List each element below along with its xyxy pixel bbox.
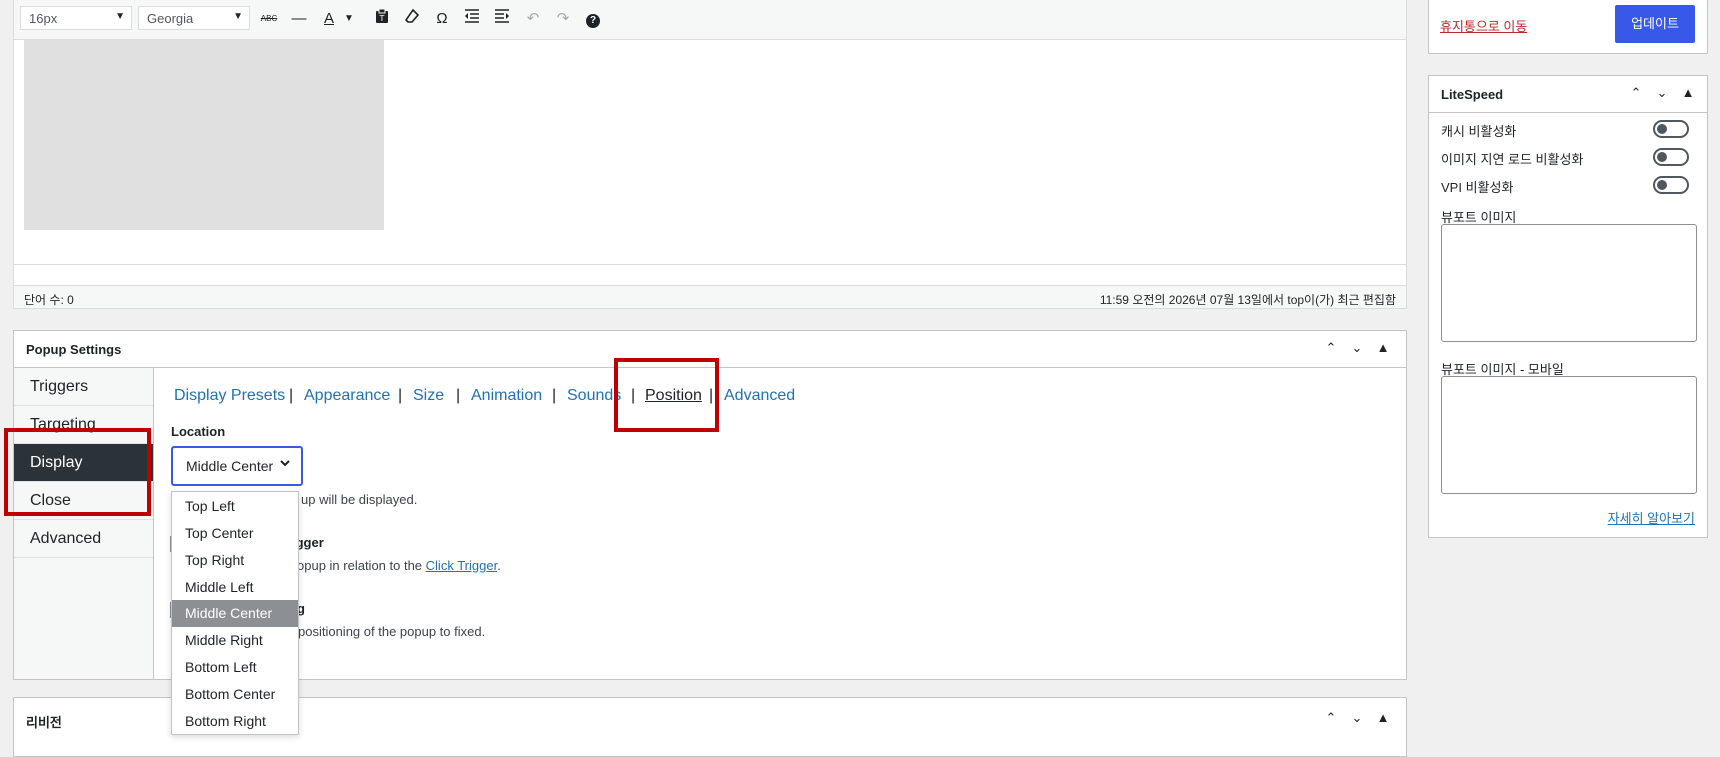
learn-more-link[interactable]: 자세히 알아보기	[1608, 508, 1695, 527]
disable-lazyload-label: 이미지 지연 로드 비활성화	[1441, 152, 1584, 167]
text-color-icon[interactable]: A	[318, 8, 340, 30]
litespeed-box: LiteSpeed ⌃ ⌄ ▲ 캐시 비활성화 이미지 지연 로드 비활성화 VPI…	[1428, 75, 1708, 538]
text-color-dropdown-icon[interactable]: ▼	[338, 8, 360, 30]
paste-text-icon[interactable]: T	[371, 8, 393, 30]
move-down-icon[interactable]: ⌄	[1344, 340, 1370, 356]
viewport-image-mobile-textarea[interactable]	[1441, 376, 1697, 494]
popup-settings-title: Popup Settings	[26, 342, 122, 357]
subtab-appearance[interactable]: Appearance	[304, 387, 390, 405]
vtab-triggers[interactable]: Triggers	[14, 368, 153, 406]
viewport-image-textarea[interactable]	[1441, 224, 1697, 342]
help-icon[interactable]: ?	[582, 8, 604, 30]
revisions-title: 리비전	[26, 715, 62, 730]
option-bottom-center[interactable]: Bottom Center	[172, 681, 298, 708]
popup-vertical-tabs: Triggers Targeting Display Close Advance…	[14, 368, 154, 679]
editor-divider	[13, 264, 1407, 265]
location-select-value: Middle Center	[186, 458, 274, 474]
option-middle-left[interactable]: Middle Left	[172, 574, 298, 601]
option-top-left[interactable]: Top Left	[172, 493, 298, 520]
font-size-value: 16px	[29, 11, 58, 26]
option-middle-center[interactable]: Middle Center	[172, 600, 298, 627]
litespeed-header: LiteSpeed ⌃ ⌄ ▲	[1429, 76, 1707, 113]
indent-icon[interactable]	[491, 8, 513, 30]
horizontal-line-icon[interactable]: —	[288, 8, 310, 30]
move-up-icon[interactable]: ⌃	[1318, 710, 1344, 726]
svg-text:T: T	[379, 14, 385, 23]
editor-statusbar: 단어 수: 0 11:59 오전의 2026년 07월 13일에서 top이(가…	[13, 285, 1407, 309]
collapse-icon[interactable]: ▲	[1370, 340, 1396, 355]
annotation-box-position	[614, 358, 719, 432]
subtab-animation[interactable]: Animation	[471, 387, 542, 405]
annotation-box-display	[4, 428, 151, 516]
move-up-icon[interactable]: ⌃	[1318, 340, 1344, 356]
option-bottom-left[interactable]: Bottom Left	[172, 654, 298, 681]
click-trigger-link[interactable]: Click Trigger	[426, 558, 498, 573]
subtab-display-presets[interactable]: Display Presets	[174, 387, 285, 405]
editor-toolbar: 16px ▼ Georgia ▼ ABC — A ▼ T Ω ↶ ↷ ?	[13, 0, 1407, 40]
redo-icon[interactable]: ↷	[552, 8, 574, 30]
font-family-value: Georgia	[147, 11, 194, 26]
fixed-positioning-help: positioning of the popup to fixed.	[298, 624, 486, 639]
chevron-down-icon	[279, 457, 291, 472]
location-label: Location	[171, 424, 226, 439]
disable-cache-label: 캐시 비활성화	[1441, 124, 1517, 139]
location-select[interactable]: Middle Center	[171, 446, 303, 486]
font-size-select[interactable]: 16px ▼	[20, 6, 132, 30]
word-count: 단어 수: 0	[24, 293, 74, 307]
disable-vpi-toggle[interactable]	[1653, 176, 1689, 194]
subtab-advanced[interactable]: Advanced	[724, 387, 795, 405]
subtab-size[interactable]: Size	[413, 387, 444, 405]
last-edited: 11:59 오전의 2026년 07월 13일에서 top이(가) 최근 편집함	[1099, 293, 1396, 307]
collapse-icon[interactable]: ▲	[1675, 85, 1701, 100]
move-down-icon[interactable]: ⌄	[1649, 85, 1675, 101]
position-from-trigger-help: opup in relation to the Click Trigger.	[297, 558, 501, 573]
disable-cache-toggle[interactable]	[1653, 120, 1689, 138]
update-button[interactable]: 업데이트	[1615, 5, 1695, 43]
location-help: up will be displayed.	[301, 492, 418, 507]
clear-formatting-icon[interactable]	[401, 8, 423, 30]
special-character-icon[interactable]: Ω	[431, 8, 453, 30]
option-top-center[interactable]: Top Center	[172, 520, 298, 547]
strikethrough-icon[interactable]: ABC	[258, 8, 280, 30]
vtab-advanced[interactable]: Advanced	[14, 520, 153, 558]
outdent-icon[interactable]	[461, 8, 483, 30]
collapse-icon[interactable]: ▲	[1370, 710, 1396, 725]
image-placeholder[interactable]	[24, 40, 384, 230]
location-dropdown: Top Left Top Center Top Right Middle Lef…	[171, 491, 299, 735]
disable-lazyload-toggle[interactable]	[1653, 148, 1689, 166]
litespeed-title: LiteSpeed	[1441, 87, 1504, 102]
option-top-right[interactable]: Top Right	[172, 547, 298, 574]
move-to-trash-link[interactable]: 휴지통으로 이동	[1440, 16, 1527, 35]
disable-vpi-label: VPI 비활성화	[1441, 180, 1514, 195]
option-middle-right[interactable]: Middle Right	[172, 627, 298, 654]
undo-icon[interactable]: ↶	[522, 8, 544, 30]
move-down-icon[interactable]: ⌄	[1344, 710, 1370, 726]
move-up-icon[interactable]: ⌃	[1623, 85, 1649, 101]
font-family-select[interactable]: Georgia ▼	[138, 6, 250, 30]
option-bottom-right[interactable]: Bottom Right	[172, 708, 298, 735]
